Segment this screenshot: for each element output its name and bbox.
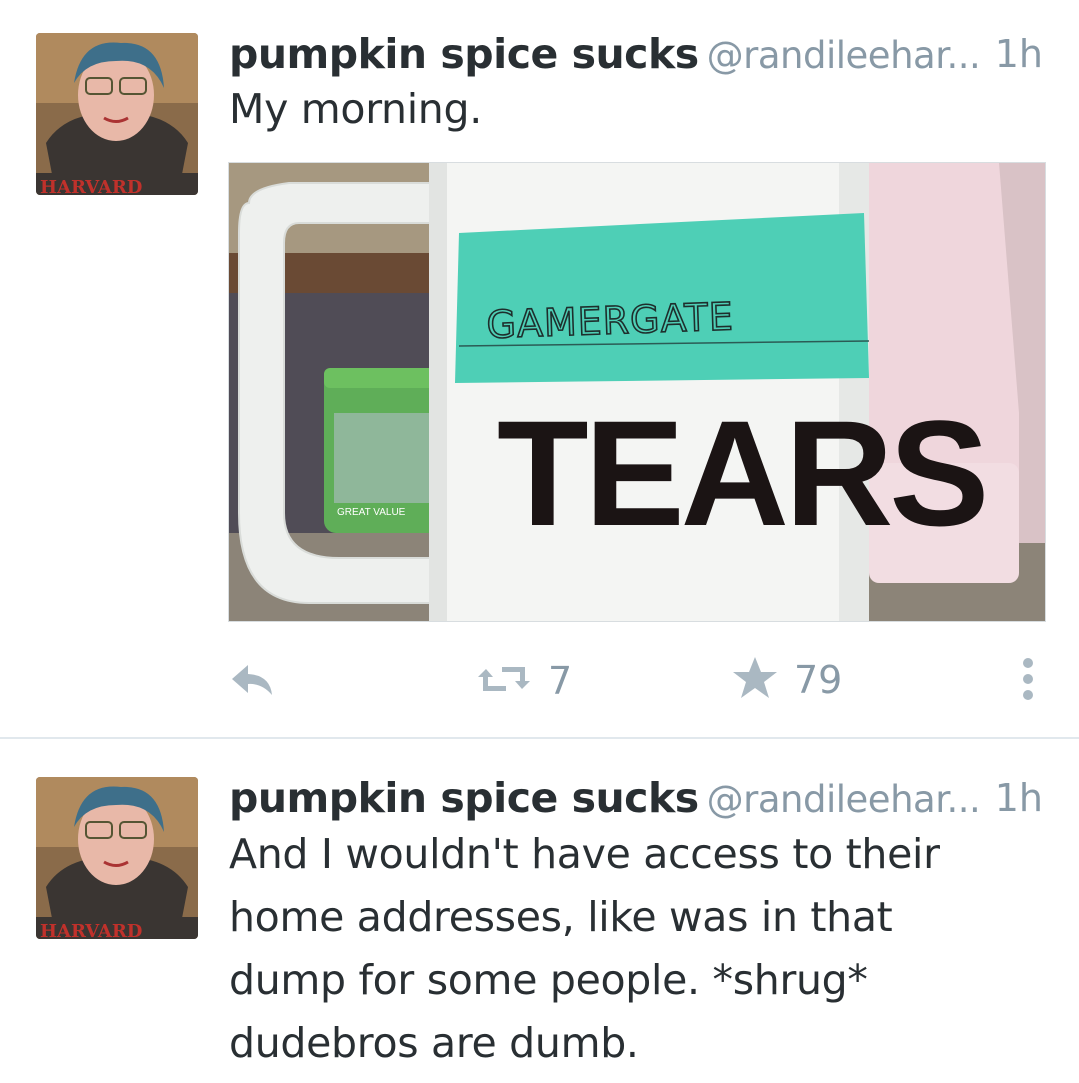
favorite-count: 79	[794, 658, 843, 702]
tweet-text: My morning.	[229, 85, 482, 133]
more-options-button[interactable]	[1018, 655, 1038, 707]
tweet-actions: 7 79	[0, 655, 1079, 705]
tweet-photo[interactable]: GREAT VALUE GAMERGATE TEARS	[228, 162, 1046, 622]
timestamp[interactable]: 1h	[995, 776, 1043, 820]
reply-button[interactable]	[228, 655, 276, 707]
more-vertical-icon	[1018, 655, 1038, 707]
favorite-button[interactable]: 79	[732, 655, 842, 705]
handwritten-label: GAMERGATE	[486, 294, 735, 347]
retweet-icon	[476, 655, 532, 707]
retweet-count: 7	[548, 659, 573, 703]
tweet-header: pumpkin spice sucks @randileehar... 1h	[229, 30, 1049, 80]
avatar[interactable]: HARVARD	[36, 777, 198, 939]
user-name[interactable]: pumpkin spice sucks	[229, 30, 699, 78]
tweet-header: pumpkin spice sucks @randileehar... 1h	[229, 774, 1049, 824]
timestamp[interactable]: 1h	[995, 32, 1043, 76]
tweet-item[interactable]: HARVARD pumpkin spice sucks @randileehar.…	[0, 0, 1079, 739]
mug-print-text: TEARS	[497, 389, 985, 557]
retweet-button[interactable]: 7	[476, 655, 572, 707]
tweet-item[interactable]: HARVARD pumpkin spice sucks @randileehar.…	[0, 739, 1079, 1083]
jar-label-text: GREAT VALUE	[337, 507, 406, 518]
user-handle[interactable]: @randileehar...	[707, 34, 981, 77]
star-icon	[732, 655, 778, 705]
tweet-text: And I wouldn't have access to their home…	[229, 830, 940, 1067]
user-handle[interactable]: @randileehar...	[707, 778, 981, 821]
reply-icon	[228, 655, 276, 707]
avatar-sweatshirt-text: HARVARD	[40, 177, 142, 195]
avatar[interactable]: HARVARD	[36, 33, 198, 195]
user-name[interactable]: pumpkin spice sucks	[229, 774, 699, 822]
avatar-sweatshirt-text: HARVARD	[40, 921, 142, 939]
